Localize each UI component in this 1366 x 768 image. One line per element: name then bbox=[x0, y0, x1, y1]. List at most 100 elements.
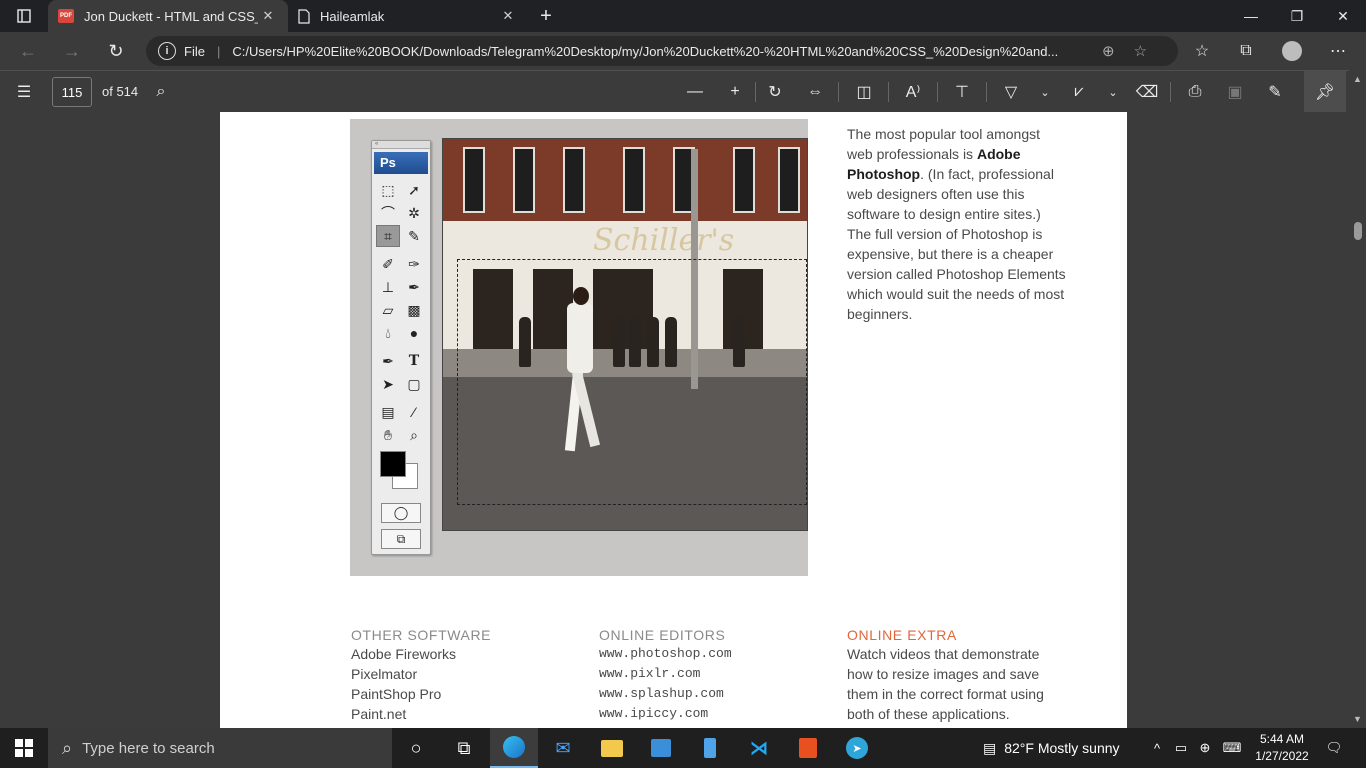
scroll-up-icon[interactable]: ▲ bbox=[1353, 74, 1362, 84]
find-button[interactable]: ⌕ bbox=[143, 71, 179, 113]
list-item: www.pixlr.com bbox=[599, 666, 701, 681]
start-button[interactable] bbox=[0, 728, 48, 768]
restore-button[interactable]: ❐ bbox=[1274, 0, 1320, 32]
tab-haileamlak[interactable]: Haileamlak ✕ bbox=[288, 0, 528, 32]
address-bar[interactable]: i File | C:/Users/HP%20Elite%20BOOK/Down… bbox=[146, 36, 1178, 66]
draw-icon: ▽ bbox=[1004, 84, 1018, 101]
contents-button[interactable]: ☰ bbox=[6, 71, 42, 113]
page-view-button[interactable]: ◫ bbox=[846, 71, 882, 113]
edge-icon bbox=[503, 736, 525, 758]
forward-button[interactable]: → bbox=[50, 32, 94, 70]
add-text-button[interactable]: ⊤ bbox=[944, 71, 980, 113]
highlight-button[interactable]: ⩗ bbox=[1061, 71, 1097, 113]
tab-actions-button[interactable] bbox=[0, 0, 48, 32]
address-separator: | bbox=[216, 43, 221, 59]
settings-more-button[interactable]: ⋯ bbox=[1317, 32, 1359, 70]
blur-tool-icon: 💧︎ bbox=[385, 324, 391, 341]
favorites-button[interactable]: ☆ bbox=[1181, 32, 1223, 70]
list-item: Adobe Fireworks bbox=[351, 646, 457, 662]
windows-taskbar: ⌕ Type here to search ○ ⧉ ✉ ⋊ ➤ ▤ 82°F M… bbox=[0, 728, 1366, 768]
file-scheme-label: File bbox=[184, 43, 205, 59]
url-text[interactable]: C:/Users/HP%20Elite%20BOOK/Downloads/Tel… bbox=[232, 44, 1092, 59]
scrollbar-thumb[interactable] bbox=[1354, 222, 1362, 240]
notes-tool-icon: ▤ bbox=[381, 403, 395, 420]
favorites-icon: ☆ bbox=[1194, 43, 1210, 60]
scroll-down-icon[interactable]: ▼ bbox=[1353, 714, 1362, 724]
fit-width-button[interactable]: ⇔ bbox=[797, 71, 833, 113]
more-icon: ⋯ bbox=[1330, 43, 1346, 60]
phone-link-button[interactable] bbox=[686, 728, 734, 768]
forward-arrow-icon: → bbox=[63, 40, 81, 61]
online-extra-text: Watch videos that demonstrate how to res… bbox=[847, 646, 1044, 722]
task-view-button[interactable]: ⧉ bbox=[440, 728, 488, 768]
save-as-icon: ✎ bbox=[1268, 84, 1282, 101]
eraser-icon: ⌫ bbox=[1135, 84, 1159, 101]
battery-icon[interactable]: ▭ bbox=[1170, 728, 1192, 768]
search-icon: ⌕ bbox=[62, 737, 73, 758]
read-aloud-button[interactable]: A⁾ bbox=[895, 71, 931, 113]
weather-icon: ▤ bbox=[983, 739, 997, 756]
office-button[interactable] bbox=[784, 728, 832, 768]
highlight-options-button[interactable]: ⌄ bbox=[1095, 71, 1131, 113]
save-as-button[interactable]: ✎ bbox=[1257, 71, 1293, 113]
save-button[interactable]: ▣ bbox=[1217, 71, 1253, 113]
draw-options-button[interactable]: ⌄ bbox=[1027, 71, 1063, 113]
brush-tool-icon: ✑ bbox=[408, 255, 420, 272]
photoshop-toolbox: « Ps ⬚ ➚ ⌒ ✲ ⌗ ✎ ✐ ✑ ⊥ ✒ ▱ ▩ 💧︎ ● ✒ T ➤ … bbox=[371, 140, 431, 555]
hand-tool-icon: ✋︎ bbox=[384, 426, 392, 443]
taskbar-search[interactable]: ⌕ Type here to search bbox=[48, 728, 392, 768]
minimize-button[interactable]: — bbox=[1228, 0, 1274, 32]
weather-widget[interactable]: ▤ 82°F Mostly sunny bbox=[983, 728, 1120, 768]
close-tab-icon[interactable]: ✕ bbox=[498, 8, 518, 24]
tab-title: Haileamlak bbox=[320, 8, 385, 24]
photoshop-screenshot-figure: « Ps ⬚ ➚ ⌒ ✲ ⌗ ✎ ✐ ✑ ⊥ ✒ ▱ ▩ 💧︎ ● ✒ T ➤ … bbox=[350, 119, 808, 576]
file-explorer-button[interactable] bbox=[588, 728, 636, 768]
new-tab-button[interactable]: + bbox=[528, 0, 564, 32]
zoom-icon[interactable]: ⊕ bbox=[1092, 42, 1124, 60]
eraser-tool-icon: ▱ bbox=[382, 301, 394, 318]
show-hidden-icons[interactable]: ^ bbox=[1146, 728, 1168, 768]
tab-strip: PDF Jon Duckett - HTML and CSS_ De ✕ Hai… bbox=[0, 0, 1366, 32]
mail-taskbar-button[interactable]: ✉ bbox=[539, 728, 587, 768]
cortana-button[interactable]: ○ bbox=[392, 728, 440, 768]
online-extra-column: ONLINE EXTRA Watch videos that demonstra… bbox=[847, 626, 1062, 724]
zoom-out-button[interactable]: — bbox=[677, 71, 713, 113]
store-taskbar-button[interactable] bbox=[637, 728, 685, 768]
minus-icon: — bbox=[687, 83, 703, 100]
column-heading: ONLINE EXTRA bbox=[847, 627, 957, 643]
healing-brush-icon: ✐ bbox=[382, 255, 394, 272]
collections-button[interactable]: ⧉ bbox=[1225, 32, 1267, 70]
back-button[interactable]: ← bbox=[6, 32, 50, 70]
add-favorite-icon[interactable]: ☆ bbox=[1124, 42, 1156, 60]
rotate-button[interactable]: ↻ bbox=[757, 71, 793, 113]
vertical-scrollbar[interactable]: ▲ ▼ bbox=[1349, 70, 1366, 728]
profile-button[interactable] bbox=[1271, 32, 1313, 70]
collections-icon: ⧉ bbox=[1240, 42, 1252, 59]
notifications-button[interactable]: 🗨︎ bbox=[1318, 728, 1350, 768]
search-icon: ⌕ bbox=[156, 83, 166, 100]
taskbar-clock[interactable]: 5:44 AM 1/27/2022 bbox=[1246, 731, 1318, 765]
magic-wand-icon: ✲ bbox=[408, 204, 420, 221]
draw-button[interactable]: ▽ bbox=[993, 71, 1029, 113]
vscode-button[interactable]: ⋊ bbox=[735, 728, 783, 768]
network-icon[interactable]: ⊕ bbox=[1194, 728, 1216, 768]
print-button[interactable]: ⎙ bbox=[1177, 71, 1213, 113]
list-icon: ☰ bbox=[16, 84, 32, 101]
close-window-button[interactable]: ✕ bbox=[1320, 0, 1366, 32]
close-tab-icon[interactable]: ✕ bbox=[258, 8, 278, 24]
pin-toolbar-button[interactable]: 📌︎ bbox=[1304, 71, 1346, 113]
street-photo: Schiller's bbox=[442, 138, 808, 531]
shape-tool-icon: ▢ bbox=[407, 375, 421, 392]
refresh-button[interactable]: ↻ bbox=[94, 32, 138, 70]
page-number-input[interactable]: 115 bbox=[52, 77, 92, 107]
telegram-button[interactable]: ➤ bbox=[833, 728, 881, 768]
info-icon[interactable]: i bbox=[158, 42, 176, 60]
zoom-in-button[interactable]: + bbox=[717, 71, 753, 113]
edge-taskbar-button[interactable] bbox=[490, 728, 538, 768]
tab-jon-duckett[interactable]: PDF Jon Duckett - HTML and CSS_ De ✕ bbox=[48, 0, 288, 32]
keyboard-icon[interactable]: ⌨ bbox=[1218, 728, 1246, 768]
erase-button[interactable]: ⌫ bbox=[1129, 71, 1165, 113]
folder-icon bbox=[601, 739, 623, 757]
refresh-icon: ↻ bbox=[108, 40, 124, 61]
telegram-icon: ➤ bbox=[846, 737, 868, 759]
